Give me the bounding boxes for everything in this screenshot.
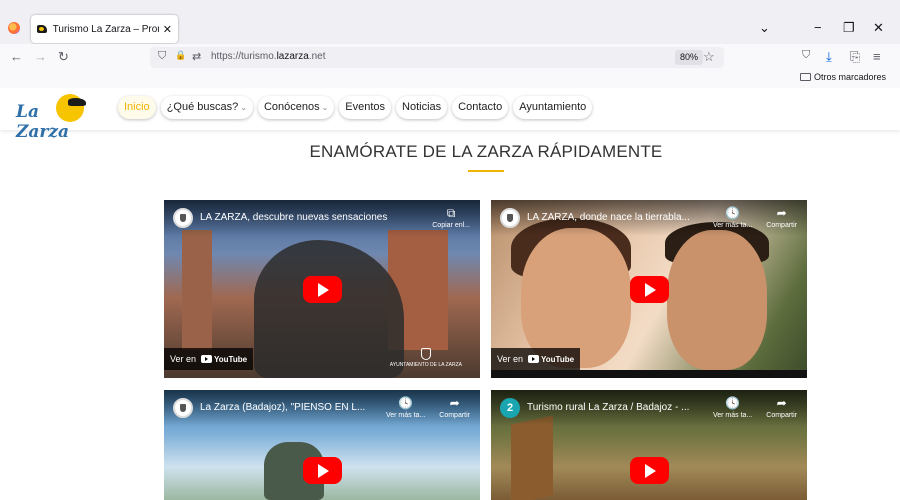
share-icon: ➦ <box>776 396 787 410</box>
copy-icon: ⧉ <box>446 206 456 220</box>
clock-icon: 🕓 <box>725 206 741 220</box>
reload-icon[interactable]: ↻ <box>58 49 69 65</box>
video-title[interactable]: Turismo rural La Zarza / Badajoz - ... <box>527 402 689 413</box>
navigation-toolbar: ← → ↻ ⛉ 🔒 ⇄ https://turismo.lazarza.net … <box>0 44 900 70</box>
window-close-icon[interactable]: ✕ <box>873 20 884 36</box>
video-title[interactable]: LA ZARZA, descubre nuevas sensaciones <box>200 212 387 223</box>
chevron-down-icon: ⌄ <box>240 103 247 112</box>
bookmark-star-icon[interactable]: ☆ <box>703 49 715 65</box>
tab-list-icon[interactable]: ⌄ <box>759 20 770 36</box>
share-icon: ➦ <box>776 206 787 220</box>
menu-item-contacto[interactable]: Contacto <box>452 96 509 119</box>
video-title[interactable]: LA ZARZA, donde nace la tierrabla... <box>527 212 690 223</box>
app-menu-icon[interactable]: ≡ <box>873 49 881 64</box>
zoom-level-badge[interactable]: 80% <box>675 50 704 65</box>
tab-title: Turismo La Zarza – Promoción <box>52 23 159 35</box>
watch-on-youtube-button[interactable]: Ver en YouTube <box>491 348 581 370</box>
video-player-2[interactable]: LA ZARZA, donde nace la tierrabla... 🕓 V… <box>491 200 807 378</box>
menu-item-noticias[interactable]: Noticias <box>396 96 448 119</box>
video-player-3[interactable]: La Zarza (Badajoz), "PIENSO EN L... 🕓 Ve… <box>164 390 480 500</box>
menu-item-ayuntamiento[interactable]: Ayuntamiento <box>513 96 593 119</box>
coat-of-arms-icon <box>420 348 431 360</box>
chevron-down-icon: ⌄ <box>321 103 329 112</box>
bookmarks-toolbar: Otros marcadores <box>0 70 900 88</box>
site-logo[interactable]: La Zarza <box>16 94 88 142</box>
watch-later-button[interactable]: 🕓 Ver más ta... <box>713 396 752 420</box>
back-icon[interactable]: ← <box>10 49 23 64</box>
menu-item-eventos[interactable]: Eventos <box>339 96 392 119</box>
play-button[interactable] <box>303 276 342 303</box>
watch-later-button[interactable]: 🕓 Ver más ta... <box>386 396 425 420</box>
downloads-icon[interactable]: ⤓ <box>826 49 832 65</box>
share-button[interactable]: ➦ Compartir <box>766 396 797 420</box>
video-actions: 🕓 Ver más ta... ➦ Compartir <box>713 206 797 230</box>
restore-icon[interactable]: ❐ <box>843 20 855 36</box>
youtube-play-icon <box>528 355 540 363</box>
share-icon: ➦ <box>449 396 460 410</box>
youtube-play-icon <box>201 355 213 363</box>
site-header: La Zarza Inicio ¿Qué buscas? ⌄ Conócenos ⌄… <box>0 88 900 142</box>
watch-on-youtube-button[interactable]: Ver en YouTube <box>164 348 254 370</box>
menu-item-que-buscas[interactable]: ¿Qué buscas? ⌄ <box>160 96 253 119</box>
play-button[interactable] <box>630 457 669 484</box>
clock-icon: 🕓 <box>398 396 414 410</box>
pocket-icon[interactable]: ⛉ <box>802 49 810 62</box>
video-bottom-bar <box>491 370 807 378</box>
menu-item-inicio[interactable]: Inicio <box>118 96 156 119</box>
video-actions: ⧉ Copiar enl... <box>432 206 470 230</box>
share-button[interactable]: ➦ Compartir <box>766 206 797 230</box>
woman-face-image <box>521 228 631 368</box>
clock-icon: 🕓 <box>725 396 741 410</box>
play-button[interactable] <box>303 457 342 484</box>
man-face-image <box>667 230 767 370</box>
youtube-logo: YouTube <box>201 355 247 364</box>
road-sign-image <box>511 415 553 500</box>
channel-avatar[interactable] <box>500 208 520 228</box>
bell-tower-image <box>182 230 212 350</box>
minimize-icon[interactable]: − <box>814 20 822 35</box>
other-bookmarks-folder[interactable]: Otros marcadores <box>799 72 886 82</box>
youtube-logo: YouTube <box>528 355 574 364</box>
section-heading: ENAMÓRATE DE LA ZARZA RÁPIDAMENTE <box>309 142 663 161</box>
share-button[interactable]: ➦ Compartir <box>439 396 470 420</box>
video-actions: 🕓 Ver más ta... ➦ Compartir <box>386 396 470 420</box>
channel-avatar[interactable]: 2 <box>500 398 520 418</box>
donkey-statue-image <box>254 240 404 378</box>
watch-later-button[interactable]: 🕓 Ver más ta... <box>713 206 752 230</box>
play-button[interactable] <box>630 276 669 303</box>
menu-item-conocenos[interactable]: Conócenos ⌄ <box>257 96 335 119</box>
site-favicon-icon <box>37 25 47 33</box>
main-menu: Inicio ¿Qué buscas? ⌄ Conócenos ⌄ Eventos … <box>118 96 593 119</box>
tab-close-icon[interactable]: ✕ <box>163 23 172 36</box>
active-tab[interactable]: Turismo La Zarza – Promoción ✕ <box>31 15 178 43</box>
copy-link-button[interactable]: ⧉ Copiar enl... <box>432 206 470 230</box>
browser-tab-strip: Turismo La Zarza – Promoción ✕ ⌄ − ❐ ✕ <box>0 0 900 44</box>
firefox-view-icon[interactable] <box>8 22 20 34</box>
video-title[interactable]: La Zarza (Badajoz), "PIENSO EN L... <box>200 402 365 413</box>
ayuntamiento-stamp: AYUNTAMIENTO DE LA ZARZA <box>390 348 462 368</box>
url-text[interactable]: https://turismo.lazarza.net <box>211 51 326 62</box>
logo-text: La Zarza <box>16 102 70 142</box>
video-player-1[interactable]: LA ZARZA, descubre nuevas sensaciones ⧉ … <box>164 200 480 378</box>
forward-icon[interactable]: → <box>34 49 47 64</box>
tracking-shield-icon[interactable]: ⛉ <box>158 50 166 63</box>
folder-icon <box>799 73 811 81</box>
extensions-icon[interactable]: ⎘ <box>850 49 860 65</box>
channel-avatar[interactable] <box>173 208 193 228</box>
channel-avatar[interactable] <box>173 398 193 418</box>
lock-icon[interactable]: 🔒 <box>175 50 186 61</box>
permissions-icon[interactable]: ⇄ <box>192 50 201 63</box>
bookmark-folder-label: Otros marcadores <box>813 72 886 82</box>
url-bar[interactable]: ⛉ 🔒 ⇄ https://turismo.lazarza.net 80% ☆ <box>150 47 724 68</box>
video-player-4[interactable]: 2 Turismo rural La Zarza / Badajoz - ...… <box>491 390 807 500</box>
video-actions: 🕓 Ver más ta... ➦ Compartir <box>713 396 797 420</box>
heading-underline <box>468 170 504 172</box>
